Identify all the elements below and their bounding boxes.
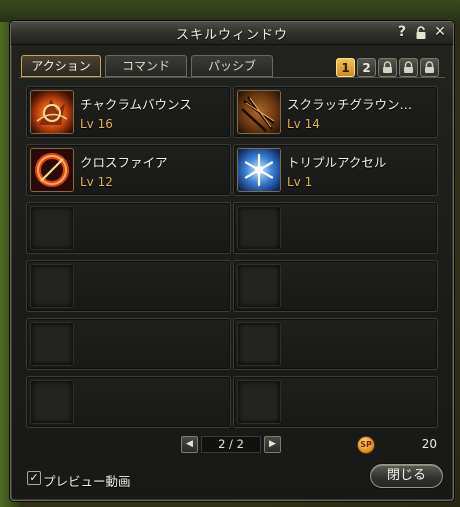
- skill-level: Lv 16: [80, 117, 113, 131]
- empty-icon-box: [30, 264, 74, 308]
- tab-divider: [19, 77, 445, 78]
- skill-window: スキルウィンドウ ? ✕ アクション コマンド パッシブ 1 2 チャクラムバウ…: [10, 21, 454, 501]
- empty-icon-box: [237, 206, 281, 250]
- prev-page-button[interactable]: ◀: [181, 436, 198, 453]
- empty-icon-box: [30, 206, 74, 250]
- empty-skill-slot[interactable]: [233, 376, 438, 428]
- skill-level: Lv 14: [287, 117, 320, 131]
- chakram-bounce-icon[interactable]: [30, 90, 74, 134]
- skill-set-5-locked[interactable]: [420, 58, 439, 77]
- empty-icon-box: [30, 380, 74, 424]
- tab-action[interactable]: アクション: [21, 55, 101, 77]
- crossfire-icon[interactable]: [30, 148, 74, 192]
- window-title: スキルウィンドウ: [175, 28, 288, 43]
- empty-icon-box: [30, 322, 74, 366]
- preview-video-label: プレビュー動画: [43, 474, 131, 489]
- help-button[interactable]: ?: [394, 24, 410, 41]
- lock-window-button[interactable]: [413, 24, 429, 41]
- skill-slot[interactable]: スクラッチグラウン… Lv 14: [233, 86, 438, 138]
- close-window-button[interactable]: ✕: [432, 24, 448, 41]
- padlock-icon: [404, 61, 413, 73]
- empty-skill-slot[interactable]: [26, 376, 231, 428]
- padlock-icon: [416, 26, 426, 39]
- preview-video-checkbox[interactable]: ✓: [27, 471, 41, 485]
- skill-set-4-locked[interactable]: [399, 58, 418, 77]
- empty-icon-box: [237, 380, 281, 424]
- skill-set-1-button[interactable]: 1: [336, 58, 355, 77]
- skill-level: Lv 12: [80, 175, 113, 189]
- window-titlebar[interactable]: スキルウィンドウ ? ✕: [11, 22, 453, 45]
- page-indicator: 2 / 2: [201, 436, 261, 453]
- scratch-ground-icon[interactable]: [237, 90, 281, 134]
- empty-skill-slot[interactable]: [233, 260, 438, 312]
- skill-slot[interactable]: チャクラムバウンス Lv 16: [26, 86, 231, 138]
- tab-passive[interactable]: パッシブ: [191, 55, 273, 77]
- skill-name: チャクラムバウンス: [80, 97, 192, 112]
- empty-icon-box: [237, 322, 281, 366]
- next-page-button[interactable]: ▶: [264, 436, 281, 453]
- skill-point-icon: SP: [357, 436, 375, 454]
- close-button[interactable]: 閉じる: [370, 464, 443, 488]
- page-navigator: ◀ 2 / 2 ▶: [181, 436, 281, 454]
- padlock-icon: [425, 61, 434, 73]
- skill-set-2-button[interactable]: 2: [357, 58, 376, 77]
- background-game-top: [0, 0, 460, 22]
- padlock-icon: [383, 61, 392, 73]
- empty-skill-slot[interactable]: [233, 202, 438, 254]
- empty-icon-box: [237, 264, 281, 308]
- empty-skill-slot[interactable]: [26, 318, 231, 370]
- skill-name: スクラッチグラウン…: [287, 97, 413, 112]
- skill-set-3-locked[interactable]: [378, 58, 397, 77]
- skill-name: クロスファイア: [80, 155, 168, 170]
- empty-skill-slot[interactable]: [233, 318, 438, 370]
- skill-point-value: 20: [421, 437, 437, 451]
- skill-slot[interactable]: トリプルアクセル Lv 1: [233, 144, 438, 196]
- empty-skill-slot[interactable]: [26, 202, 231, 254]
- empty-skill-slot[interactable]: [26, 260, 231, 312]
- skill-slot[interactable]: クロスファイア Lv 12: [26, 144, 231, 196]
- skill-level: Lv 1: [287, 175, 313, 189]
- skill-name: トリプルアクセル: [287, 155, 387, 170]
- triple-axel-icon[interactable]: [237, 148, 281, 192]
- tab-command[interactable]: コマンド: [105, 55, 187, 77]
